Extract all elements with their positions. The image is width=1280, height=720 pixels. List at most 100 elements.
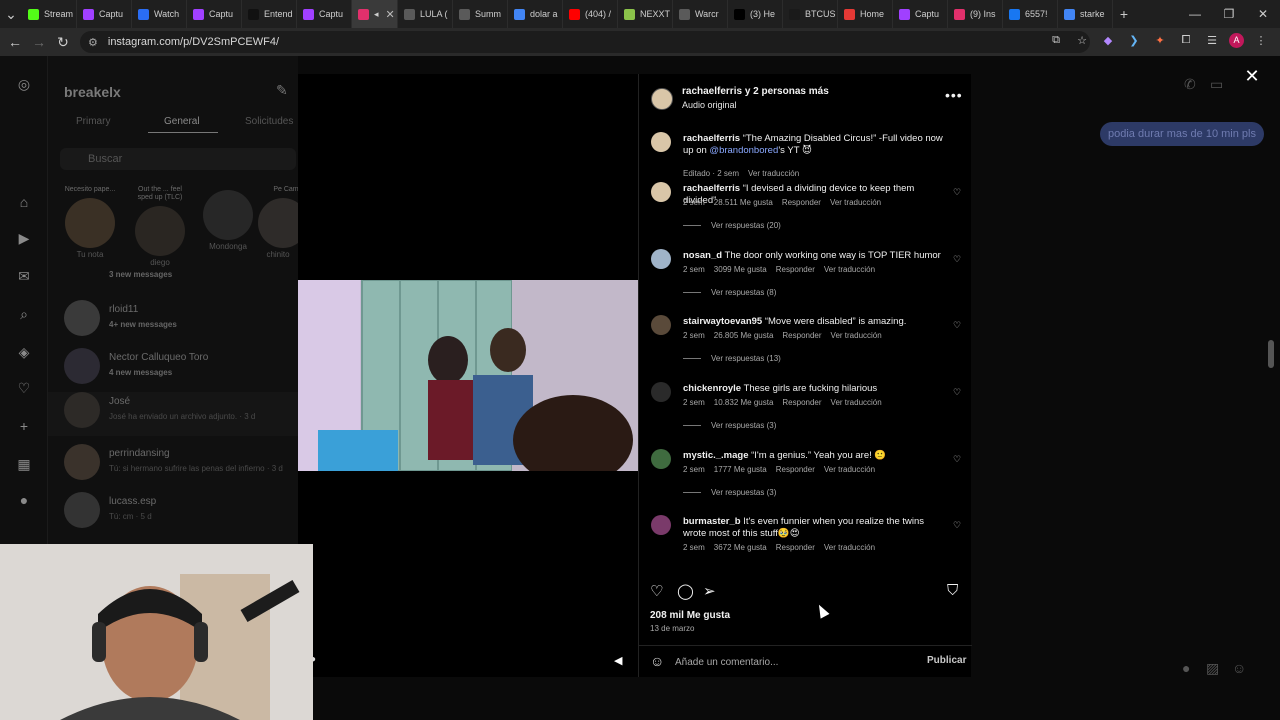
browser-tab[interactable]: dolar a xyxy=(508,0,563,28)
conversation-item[interactable]: José José ha enviado un archivo adjunto.… xyxy=(48,392,298,436)
comment-like-heart-icon[interactable]: ♡ xyxy=(953,254,961,265)
comment-input[interactable] xyxy=(675,654,895,670)
profile-icon[interactable]: ● xyxy=(14,490,34,510)
phone-icon[interactable]: ✆ xyxy=(1184,76,1196,93)
new-message-icon[interactable]: ✎ xyxy=(276,82,288,99)
browser-tab[interactable]: NEXXT xyxy=(618,0,673,28)
save-bookmark-icon[interactable]: ⛉ xyxy=(947,582,958,599)
comment-likes[interactable]: 26.805 Me gusta xyxy=(714,331,774,340)
translate-link[interactable]: Ver traducción xyxy=(824,543,875,552)
caption-user[interactable]: rachaelferris xyxy=(683,133,740,144)
browser-tab[interactable]: LULA ( xyxy=(398,0,453,28)
avatar[interactable] xyxy=(651,449,671,469)
dashboard-icon[interactable]: ▦ xyxy=(14,454,34,474)
post-audio[interactable]: Audio original xyxy=(682,100,737,110)
translate-link[interactable]: Ver traducción xyxy=(824,265,875,274)
reply-button[interactable]: Responder xyxy=(776,465,815,474)
create-icon[interactable]: + xyxy=(14,416,34,436)
comment-bubble-icon[interactable]: ◯ xyxy=(677,582,694,600)
avatar[interactable] xyxy=(651,315,671,335)
mention-link[interactable]: @brandonbored xyxy=(709,145,778,156)
comment-user[interactable]: mystic._.mage xyxy=(683,450,748,461)
browser-tab[interactable]: Summ xyxy=(453,0,508,28)
tab-requests[interactable]: Solicitudes xyxy=(245,116,293,127)
comment-like-heart-icon[interactable]: ♡ xyxy=(953,320,961,331)
reading-list-icon[interactable]: ☰ xyxy=(1203,31,1221,49)
comment-user[interactable]: nosan_d xyxy=(683,250,722,261)
browser-tab[interactable]: ◂ ✕ xyxy=(352,0,398,28)
dm-username[interactable]: breakelx xyxy=(64,84,121,100)
sticker-icon[interactable]: ☺ xyxy=(1232,660,1246,676)
notifications-heart-icon[interactable]: ♡ xyxy=(14,378,34,398)
reply-button[interactable]: Responder xyxy=(782,398,821,407)
comment-likes[interactable]: 3672 Me gusta xyxy=(714,543,767,552)
avatar[interactable] xyxy=(651,182,671,202)
comment-likes[interactable]: 1777 Me gusta xyxy=(714,465,767,474)
extension-icon[interactable]: ✦ xyxy=(1151,31,1169,49)
browser-tab[interactable]: BTCUS xyxy=(783,0,838,28)
browser-tab[interactable]: Stream xyxy=(22,0,77,28)
browser-tab[interactable]: Captu xyxy=(187,0,242,28)
dm-search-input[interactable]: Buscar xyxy=(60,148,296,170)
view-replies-button[interactable]: Ver respuestas (8) xyxy=(683,288,776,297)
comment-user[interactable]: chickenroyle xyxy=(683,383,741,394)
explore-icon[interactable]: ◈ xyxy=(14,342,34,362)
browser-tab[interactable]: Entend xyxy=(242,0,297,28)
home-icon[interactable]: ⌂ xyxy=(14,192,34,212)
emoji-icon[interactable]: ☺ xyxy=(650,653,664,669)
maximize-icon[interactable]: ❐ xyxy=(1212,0,1246,28)
like-heart-icon[interactable]: ♡ xyxy=(650,582,663,600)
browser-tab[interactable]: 6557! xyxy=(1003,0,1058,28)
reply-button[interactable]: Responder xyxy=(776,265,815,274)
browser-tab[interactable]: Warcr xyxy=(673,0,728,28)
post-video[interactable]: ● ◀ xyxy=(298,74,638,677)
url-bar[interactable]: ⚙ instagram.com/p/DV2SmPCEWF4/ xyxy=(80,31,1090,53)
translate-link[interactable]: Ver traducción xyxy=(748,169,799,178)
extensions-puzzle-icon[interactable]: ⧠ xyxy=(1177,31,1195,49)
forward-icon[interactable]: → xyxy=(27,28,51,56)
bookmark-star-icon[interactable]: ☆ xyxy=(1073,31,1091,49)
new-tab-button[interactable]: + xyxy=(1113,0,1135,28)
microphone-icon[interactable]: ● xyxy=(1182,660,1190,676)
avatar[interactable] xyxy=(651,382,671,402)
install-app-icon[interactable]: ⧉ xyxy=(1047,31,1065,49)
note-item[interactable]: Out the ... feel sped up (TLC) diego xyxy=(130,186,190,267)
avatar[interactable] xyxy=(651,249,671,269)
share-icon[interactable]: ➢ xyxy=(703,582,716,600)
profile-avatar[interactable]: A xyxy=(1229,32,1244,48)
reply-button[interactable]: Responder xyxy=(782,331,821,340)
view-replies-button[interactable]: Ver respuestas (13) xyxy=(683,354,781,363)
browser-tab[interactable]: Captu xyxy=(77,0,132,28)
instagram-logo-icon[interactable]: ◎ xyxy=(14,74,34,94)
translate-link[interactable]: Ver traducción xyxy=(831,398,882,407)
extension-icon[interactable]: ◆ xyxy=(1099,31,1117,49)
more-options-icon[interactable]: ••• xyxy=(945,87,963,103)
view-replies-button[interactable]: Ver respuestas (3) xyxy=(683,488,776,497)
volume-icon[interactable]: ◀ xyxy=(614,654,622,667)
comment-likes[interactable]: 3099 Me gusta xyxy=(714,265,767,274)
publish-button[interactable]: Publicar xyxy=(927,655,966,666)
tab-general[interactable]: General xyxy=(164,116,200,127)
tab-audio-icon[interactable]: ◂ xyxy=(374,9,379,20)
translate-link[interactable]: Ver traducción xyxy=(830,198,881,207)
minimize-icon[interactable]: — xyxy=(1178,0,1212,28)
tab-search-icon[interactable]: ⌄ xyxy=(0,0,22,28)
like-count[interactable]: 208 mil Me gusta xyxy=(650,610,730,621)
avatar[interactable] xyxy=(651,132,671,152)
close-modal-icon[interactable]: ✕ xyxy=(1242,66,1262,86)
tab-close-icon[interactable]: ✕ xyxy=(386,8,395,21)
comment-user[interactable]: burmaster_b xyxy=(683,516,741,527)
browser-tab[interactable]: (3) He xyxy=(728,0,783,28)
comments-list[interactable]: rachaelferris “The Amazing Disabled Circ… xyxy=(639,124,972,574)
view-replies-button[interactable]: Ver respuestas (3) xyxy=(683,421,776,430)
browser-tab[interactable]: Captu xyxy=(893,0,948,28)
browser-tab[interactable]: starke xyxy=(1058,0,1113,28)
author-avatar[interactable] xyxy=(651,88,673,110)
conversation-item[interactable]: perrindansing Tú: si hermano sufrire las… xyxy=(64,444,296,488)
video-call-icon[interactable]: ▭ xyxy=(1210,76,1223,93)
browser-tab[interactable]: Watch xyxy=(132,0,187,28)
comment-like-heart-icon[interactable]: ♡ xyxy=(953,187,961,198)
conversation-item[interactable]: Nector Calluqueo Toro 4 new messages xyxy=(64,348,296,392)
page-scrollbar[interactable] xyxy=(1268,340,1274,368)
note-item[interactable]: Pe Cam chinito xyxy=(258,186,298,259)
